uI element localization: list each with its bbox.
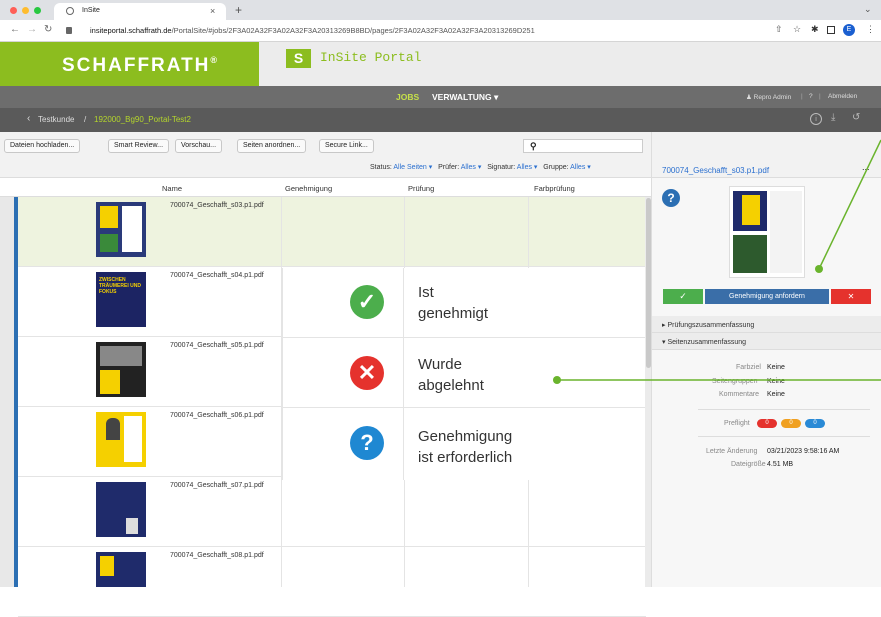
callout-dot-top xyxy=(815,265,823,273)
callout-line-top xyxy=(818,139,881,270)
callout-dot-middle xyxy=(553,376,561,384)
annotation-callouts xyxy=(553,139,881,384)
